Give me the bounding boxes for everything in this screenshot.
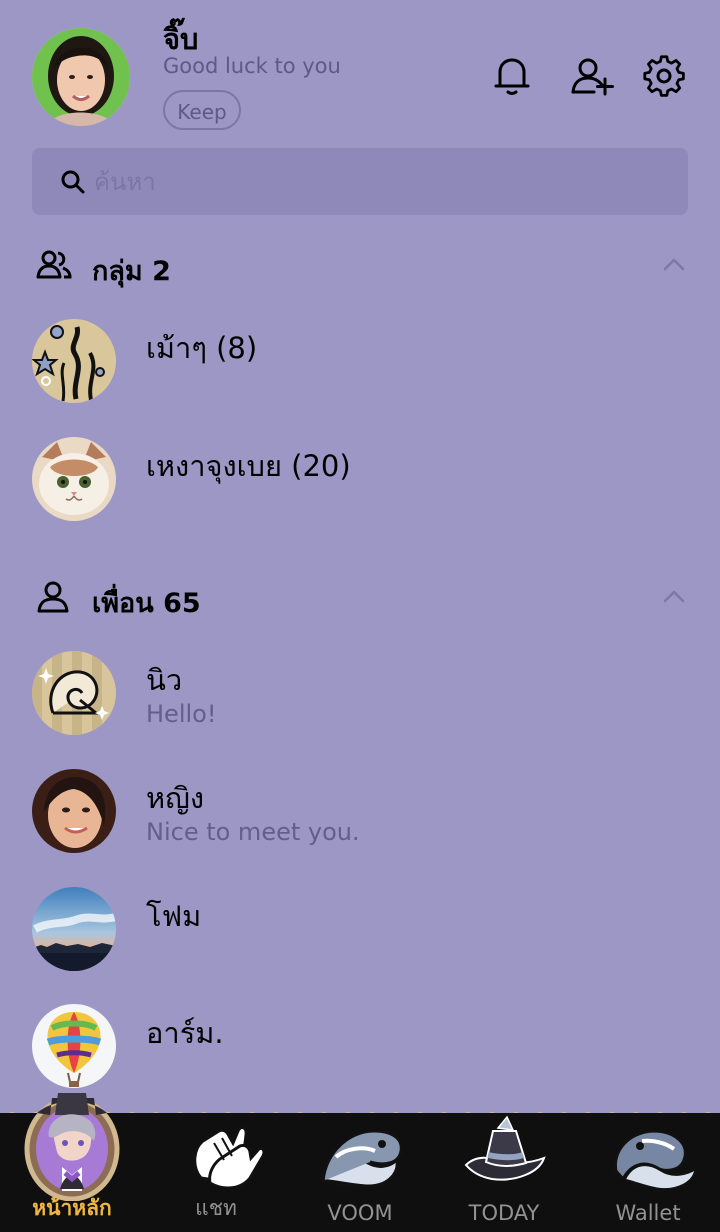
wizard-character-icon bbox=[24, 1093, 120, 1201]
friend-row[interactable]: โฟม bbox=[32, 887, 682, 977]
search-input[interactable] bbox=[92, 161, 656, 203]
groups-section-title: กลุ่ม 2 bbox=[92, 256, 171, 287]
eel-icon bbox=[318, 1129, 403, 1188]
groups-icon bbox=[36, 250, 72, 279]
tab-voom[interactable]: VOOM bbox=[288, 1113, 432, 1232]
keep-button[interactable]: Keep bbox=[163, 90, 241, 130]
gear-icon bbox=[643, 55, 685, 97]
groups-section-header[interactable]: กลุ่ม 2 bbox=[36, 248, 686, 288]
friend-status-message: Nice to meet you. bbox=[146, 818, 360, 846]
search-icon bbox=[61, 170, 85, 194]
tab-wallet-label: Wallet bbox=[615, 1201, 681, 1225]
group-row[interactable]: เม้าๆ (8) bbox=[32, 319, 682, 409]
tab-home-label: หน้าหลัก bbox=[32, 1196, 112, 1220]
settings-button[interactable] bbox=[642, 54, 686, 98]
eel-icon bbox=[613, 1129, 698, 1192]
friends-section-title: เพื่อน 65 bbox=[92, 588, 201, 619]
search-bar[interactable] bbox=[32, 148, 688, 215]
friends-section-header[interactable]: เพื่อน 65 bbox=[36, 580, 686, 620]
friend-name: อาร์ม. bbox=[146, 1016, 224, 1050]
tab-voom-label: VOOM bbox=[327, 1201, 393, 1225]
tab-wallet[interactable]: Wallet bbox=[576, 1113, 720, 1232]
friend-row[interactable]: นิว Hello! bbox=[32, 651, 682, 741]
friend-name: นิว bbox=[146, 663, 183, 697]
profile-avatar[interactable] bbox=[32, 28, 130, 126]
group-name: เหงาจุงเบย (20) bbox=[146, 449, 351, 483]
add-friend-button[interactable] bbox=[568, 54, 614, 98]
profile-status-message: Good luck to you bbox=[163, 54, 341, 78]
friend-row[interactable]: หญิง Nice to meet you. bbox=[32, 769, 682, 859]
add-friend-icon bbox=[571, 58, 614, 96]
tab-chat-label: แชท bbox=[195, 1196, 237, 1220]
friend-row[interactable]: อาร์ม. bbox=[32, 1004, 682, 1094]
friend-avatar bbox=[32, 769, 116, 853]
tab-today[interactable]: TODAY bbox=[432, 1113, 576, 1232]
chevron-up-icon[interactable] bbox=[662, 587, 686, 605]
friend-avatar bbox=[32, 1004, 116, 1088]
friend-status-message: Hello! bbox=[146, 700, 217, 728]
tab-chat[interactable]: แชท bbox=[144, 1113, 288, 1232]
chevron-up-icon[interactable] bbox=[662, 255, 686, 273]
group-avatar bbox=[32, 319, 116, 403]
notification-button[interactable] bbox=[490, 54, 534, 98]
tab-bar: หน้าหลัก แชท VOOM TODAY Wallet bbox=[0, 1093, 720, 1232]
group-row[interactable]: เหงาจุงเบย (20) bbox=[32, 437, 682, 527]
friend-name: โฟม bbox=[146, 899, 202, 933]
friend-name: หญิง bbox=[146, 781, 204, 815]
tab-today-label: TODAY bbox=[468, 1201, 540, 1225]
group-name: เม้าๆ (8) bbox=[146, 331, 258, 365]
bell-icon bbox=[494, 58, 530, 95]
friend-avatar bbox=[32, 887, 116, 971]
tab-home[interactable]: หน้าหลัก bbox=[0, 1093, 144, 1232]
hat-icon bbox=[464, 1115, 546, 1181]
group-avatar bbox=[32, 437, 116, 521]
friend-avatar bbox=[32, 651, 116, 735]
person-icon bbox=[37, 581, 69, 613]
